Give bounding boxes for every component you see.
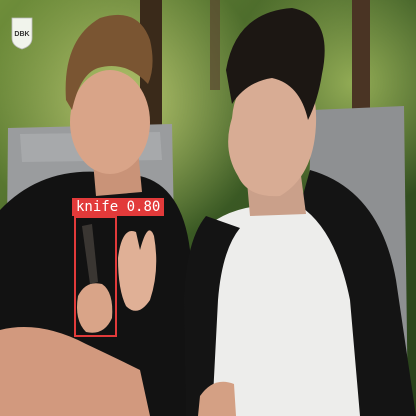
detection-label-knife: knife 0.80 [72,198,165,216]
detection-score: 0.80 [126,199,161,215]
photo-background [0,0,416,416]
photo-scene: DBK knife 0.80 [0,0,416,416]
detection-class: knife [76,199,119,215]
tree-trunk [352,0,370,120]
detection-box-knife [74,216,117,337]
person-left-face [70,70,150,174]
svg-text:DBK: DBK [14,31,29,38]
dbk-logo: DBK [10,16,34,50]
